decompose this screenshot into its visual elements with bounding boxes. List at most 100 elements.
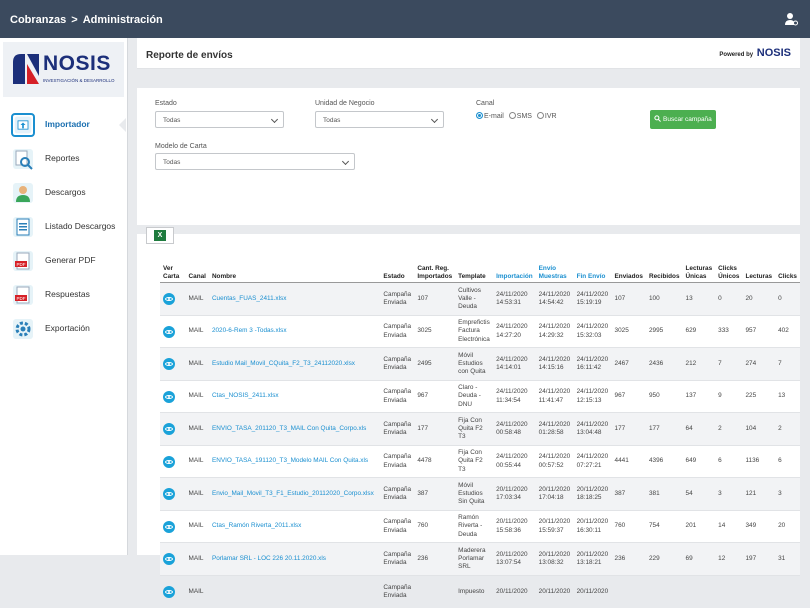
powered-by-logo: NOSIS	[756, 47, 791, 59]
table-row[interactable]: MAIL Envio_Mail_Movil_T3_F1_Estudio_20112…	[160, 477, 800, 511]
cell-estado: Campaña Enviada	[380, 412, 415, 446]
cell-clicks-unicos: 3	[715, 477, 743, 511]
cell-enviados: 177	[611, 412, 646, 446]
col-template[interactable]: Template	[455, 263, 494, 284]
col-lecturas[interactable]: Lecturas	[742, 263, 776, 284]
cell-envio-muestras: 20/11/2020 17:04:18	[535, 477, 574, 511]
cell-nombre[interactable]: ENVIO_TASA_201120_T3_MAIL Con Quita_Corp…	[208, 412, 381, 446]
search-icon	[654, 115, 662, 122]
eye-icon[interactable]	[163, 585, 175, 598]
col-estado[interactable]: Estado	[380, 263, 415, 284]
cell-lecturas: 957	[742, 314, 776, 348]
modelo-carta-select[interactable]: Todas	[155, 153, 355, 170]
col-fin-envio[interactable]: Fin Envío	[573, 263, 612, 284]
canal-label: Canal	[476, 100, 495, 107]
table-header-row: Ver Carta Canal Nombre Estado Cant. Reg.…	[160, 263, 800, 284]
col-nombre[interactable]: Nombre	[208, 263, 381, 284]
cell-ver-carta	[160, 412, 186, 446]
cell-estado: Campaña Enviada	[380, 477, 415, 511]
cell-fin-envio: 24/11/2020 12:15:13	[573, 379, 612, 413]
sidebar-item-exportacion[interactable]: Exportación	[0, 312, 126, 346]
eye-icon[interactable]	[163, 325, 175, 338]
sidebar-item-descargos[interactable]: Descargos	[0, 176, 126, 210]
sidebar-item-importador[interactable]: Importador	[0, 108, 126, 142]
cell-nombre[interactable]: Cuentas_FUAS_2411.xlsx	[208, 282, 381, 316]
cell-nombre[interactable]: Ctas_Ramón Riverta_2011.xlsx	[208, 509, 381, 543]
col-importacion[interactable]: Importación	[493, 263, 536, 284]
table-row[interactable]: MAIL Cuentas_FUAS_2411.xlsx Campaña Enviad…	[160, 282, 800, 316]
export-excel-button[interactable]: X	[146, 227, 174, 244]
cell-lecturas-unicas: 54	[682, 477, 716, 511]
col-ver-carta[interactable]: Ver Carta	[160, 263, 186, 284]
cell-ver-carta	[160, 282, 186, 316]
sidebar-item-reportes[interactable]: Reportes	[0, 142, 126, 176]
table-row[interactable]: MAIL ENVIO_TASA_201120_T3_MAIL Con Quita_…	[160, 412, 800, 446]
sidebar-item-respuestas[interactable]: PDF Respuestas	[0, 278, 126, 312]
eye-icon[interactable]	[163, 390, 175, 403]
cell-envio-muestras: 24/11/2020 01:28:58	[535, 412, 574, 446]
col-canal[interactable]: Canal	[185, 263, 209, 284]
col-lecturas-unicas[interactable]: Lecturas Únicas	[682, 263, 716, 284]
search-campaign-button[interactable]: Buscar campaña	[650, 110, 716, 129]
cell-clicks-unicos: 12	[715, 542, 743, 576]
cell-nombre[interactable]: ENVIO_TASA_191120_T3_Modelo MAIL Con Qui…	[208, 444, 381, 478]
cell-estado: Campaña Enviada	[380, 314, 415, 348]
col-clicks[interactable]: Clicks	[775, 263, 800, 284]
breadcrumb-cobranzas[interactable]: Cobranzas	[10, 14, 66, 26]
table-row[interactable]: MAIL 2020-6-Rem 3 -Todas.xlsx Campaña Envi…	[160, 314, 800, 348]
top-bar: Cobranzas > Administración	[0, 0, 810, 38]
cell-envio-muestras: 20/11/2020	[535, 574, 574, 608]
eye-icon[interactable]	[163, 488, 175, 501]
cell-nombre[interactable]: Envio_Mail_Movil_T3_F1_Estudio_20112020_…	[208, 477, 381, 511]
eye-icon[interactable]	[163, 455, 175, 468]
table-row[interactable]: MAIL Ctas_NOSIS_2411.xlsx Campaña Enviada 9…	[160, 379, 800, 413]
eye-icon[interactable]	[163, 293, 175, 306]
cell-ver-carta	[160, 509, 186, 543]
table-row[interactable]: MAIL ENVIO_TASA_191120_T3_Modelo MAIL Con…	[160, 444, 800, 478]
nosis-logo[interactable]: NOSIS INVESTIGACIÓN & DESARROLLO	[3, 42, 124, 97]
sidebar-item-label: Reportes	[45, 153, 80, 163]
user-settings-icon[interactable]	[784, 12, 798, 26]
cell-nombre[interactable]: Porlamar SRL - LOC 226 20.11.2020.xls	[208, 542, 381, 576]
svg-text:PDF: PDF	[17, 262, 26, 267]
cell-envio-muestras: 24/11/2020 14:29:32	[535, 314, 574, 348]
cell-nombre[interactable]: Estudio Mail_Movil_CQuita_F2_T3_24112020…	[208, 347, 381, 381]
table-row[interactable]: MAIL Ctas_Ramón Riverta_2011.xlsx Campaña …	[160, 509, 800, 543]
cell-fin-envio: 24/11/2020 07:27:21	[573, 444, 612, 478]
table-row[interactable]: MAIL Campaña Enviada Impuesto 20/11/2020 20/…	[160, 574, 800, 608]
cell-nombre[interactable]: 2020-6-Rem 3 -Todas.xlsx	[208, 314, 381, 348]
canal-radio-ivr[interactable]: IVR	[536, 112, 557, 120]
cell-lecturas-unicas: 649	[682, 444, 716, 478]
estado-select[interactable]: Todas	[155, 111, 284, 128]
cell-enviados: 236	[611, 542, 646, 576]
col-clicks-unicos[interactable]: Clicks Únicos	[715, 263, 743, 284]
cell-lecturas-unicas: 64	[682, 412, 716, 446]
canal-radio-sms[interactable]: SMS	[508, 112, 532, 120]
eye-icon[interactable]	[163, 520, 175, 533]
cell-nombre[interactable]: Ctas_NOSIS_2411.xlsx	[208, 379, 381, 413]
col-recibidos[interactable]: Recibidos	[645, 263, 683, 284]
eye-icon[interactable]	[163, 358, 175, 371]
cell-estado: Campaña Enviada	[380, 347, 415, 381]
canal-radio-group: E-mail SMS IVR	[476, 112, 560, 120]
cell-lecturas-unicas: 69	[682, 542, 716, 576]
sidebar-item-listado-descargos[interactable]: Listado Descargos	[0, 210, 126, 244]
unidad-negocio-select[interactable]: Todas	[315, 111, 444, 128]
sidebar-item-generar-pdf[interactable]: PDF Generar PDF	[0, 244, 126, 278]
table-row[interactable]: MAIL Estudio Mail_Movil_CQuita_F2_T3_2411…	[160, 347, 800, 381]
eye-icon[interactable]	[163, 423, 175, 436]
sidebar-item-label: Descargos	[45, 187, 86, 197]
cell-fin-envio: 20/11/2020 13:18:21	[573, 542, 612, 576]
col-cant-reg[interactable]: Cant. Reg. Importados	[414, 263, 456, 284]
col-enviados[interactable]: Enviados	[611, 263, 646, 284]
col-envio-muestras[interactable]: Envío Muestras	[535, 263, 574, 284]
table-row[interactable]: MAIL Porlamar SRL - LOC 226 20.11.2020.xl…	[160, 542, 800, 576]
gear-icon	[13, 319, 33, 339]
cell-template: Emprefictis Factura Electrónica	[455, 314, 494, 348]
cell-ver-carta	[160, 379, 186, 413]
canal-radio-email[interactable]: E-mail	[476, 112, 504, 120]
breadcrumb-administracion[interactable]: Administración	[83, 14, 163, 26]
cell-envio-muestras: 24/11/2020 14:54:42	[535, 282, 574, 316]
cell-nombre[interactable]	[208, 574, 381, 608]
cell-importacion: 24/11/2020 14:14:01	[493, 347, 536, 381]
